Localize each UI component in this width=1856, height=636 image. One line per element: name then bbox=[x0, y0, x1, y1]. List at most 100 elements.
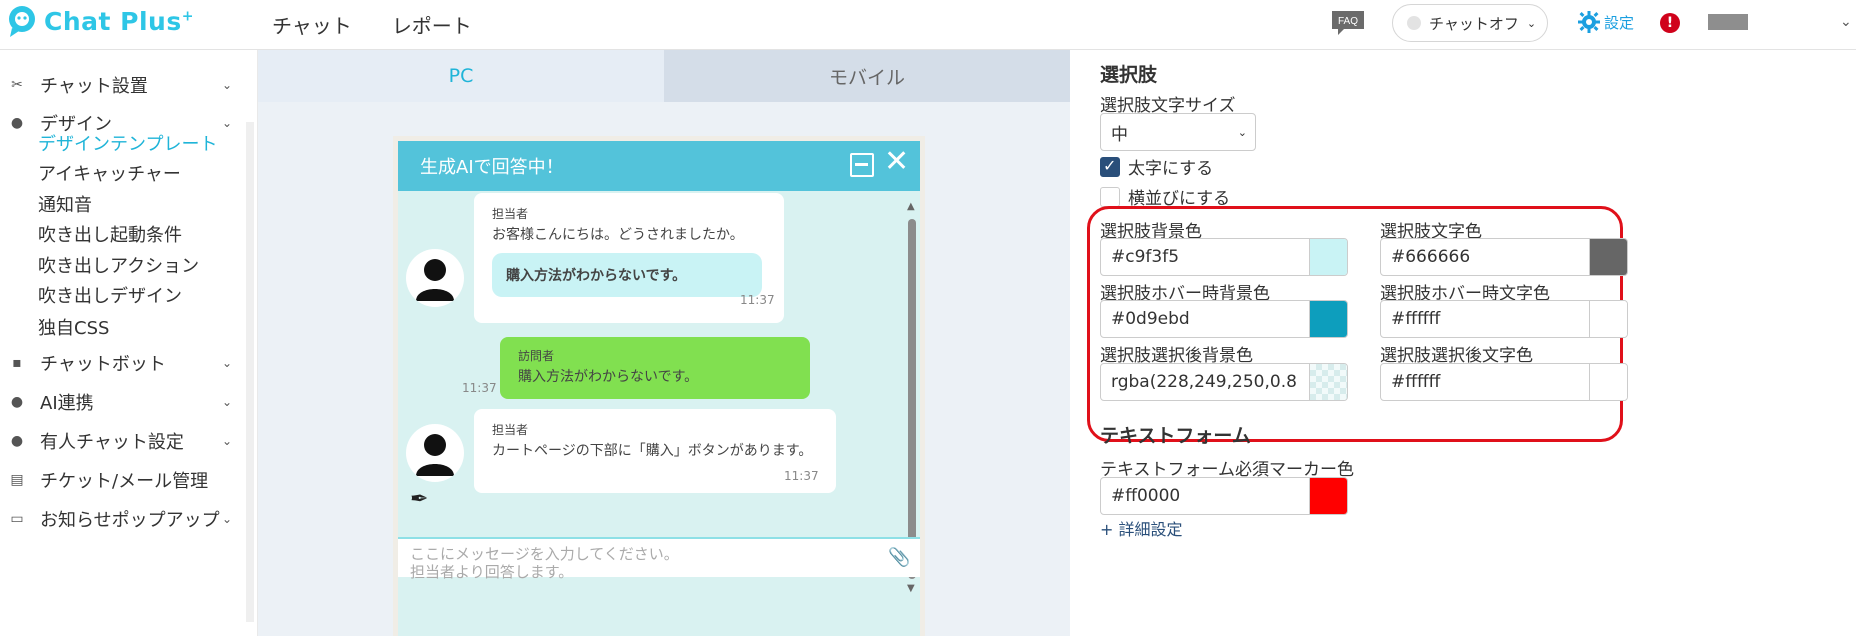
choice-button[interactable]: 購入方法がわからないです。 bbox=[492, 253, 762, 297]
bold-label: 太字にする bbox=[1128, 159, 1214, 179]
minimize-icon[interactable] bbox=[850, 153, 874, 177]
chevron-down-icon: ⌄ bbox=[221, 434, 232, 448]
tools-icon: ✂ bbox=[11, 77, 23, 93]
sidebar-sub-notification-sound[interactable]: 通知音 bbox=[38, 191, 92, 217]
sidebar: ✂ チャット設置 ⌄ ● デザイン ⌄ デザインテンプレート アイキャッチャー … bbox=[0, 50, 258, 636]
color-swatch[interactable] bbox=[1309, 478, 1347, 514]
chevron-down-icon[interactable]: ⌄ bbox=[1840, 14, 1852, 30]
typing-pen-icon: ✒ bbox=[410, 487, 429, 512]
sender-name: 訪問者 bbox=[518, 349, 555, 363]
required-marker-color-field[interactable]: #ff0000 bbox=[1100, 477, 1348, 515]
sidebar-item-manned-chat[interactable]: ● 有人チャット設定 ⌄ bbox=[0, 428, 232, 454]
widget-title: 生成AIで回答中！ bbox=[420, 157, 564, 178]
visitor-message: 訪問者 購入方法がわからないです。 bbox=[500, 337, 810, 399]
horizontal-checkbox[interactable] bbox=[1100, 187, 1120, 207]
choice-hover-bg-color-field[interactable]: #0d9ebd bbox=[1100, 300, 1348, 338]
color-swatch[interactable] bbox=[1589, 364, 1627, 400]
close-icon[interactable]: ✕ bbox=[884, 147, 909, 177]
preview-tabs: PC モバイル bbox=[258, 50, 1070, 102]
popup-icon: ▭ bbox=[10, 511, 24, 527]
chat-plus-logo-icon bbox=[9, 6, 35, 37]
message-input[interactable]: ここにメッセージを入力してください。 担当者より回答します。 📎 bbox=[398, 537, 920, 581]
operator-avatar bbox=[406, 424, 464, 482]
chat-status-dropdown[interactable]: チャットオフ ⌄ bbox=[1392, 4, 1548, 42]
chevron-down-icon: ⌄ bbox=[221, 512, 232, 526]
chevron-down-icon: ⌄ bbox=[221, 395, 232, 409]
timestamp: 11:37 bbox=[462, 381, 497, 395]
sidebar-scrollbar[interactable] bbox=[246, 122, 254, 622]
message-text: 購入方法がわからないです。 bbox=[518, 369, 699, 385]
nav-report[interactable]: レポート bbox=[392, 10, 472, 39]
paperclip-icon[interactable]: 📎 bbox=[888, 547, 910, 568]
settings-panel: 選択肢 選択肢文字サイズ 中 ⌄ 太字にする 横並びにする 選択肢背景色 #c9… bbox=[1070, 50, 1856, 636]
sidebar-sub-eyecatcher[interactable]: アイキャッチャー bbox=[38, 160, 181, 186]
sidebar-item-ticket-mail[interactable]: ▤ チケット/メール管理 bbox=[0, 467, 232, 493]
detail-settings-link[interactable]: + 詳細設定 bbox=[1100, 516, 1183, 540]
top-bar: Chat Plus+ チャット レポート FAQ チャットオフ ⌄ 設定 ! ⌄ bbox=[0, 0, 1856, 50]
color-swatch[interactable] bbox=[1589, 301, 1627, 337]
bold-checkbox[interactable] bbox=[1100, 156, 1120, 177]
choice-selected-text-color-field[interactable]: #ffffff bbox=[1380, 363, 1628, 401]
section-title-choices: 選択肢 bbox=[1100, 64, 1158, 86]
settings-link[interactable]: 設定 bbox=[1578, 11, 1634, 33]
logo-text: Chat Plus+ bbox=[44, 6, 194, 36]
chat-status-label: チャットオフ bbox=[1429, 14, 1519, 33]
logo[interactable]: Chat Plus+ bbox=[6, 4, 194, 38]
gear-icon bbox=[1578, 11, 1600, 33]
person-icon bbox=[416, 259, 454, 301]
input-placeholder: ここにメッセージを入力してください。 担当者より回答します。 bbox=[410, 545, 679, 581]
ticket-icon: ▤ bbox=[10, 472, 24, 488]
sidebar-item-chat-setup[interactable]: ✂ チャット設置 ⌄ bbox=[0, 72, 232, 98]
tab-mobile[interactable]: モバイル bbox=[664, 50, 1070, 102]
sidebar-sub-design-template[interactable]: デザインテンプレート bbox=[38, 130, 217, 156]
color-swatch[interactable] bbox=[1309, 239, 1347, 275]
chevron-down-icon: ⌄ bbox=[1526, 16, 1537, 30]
scroll-thumb[interactable] bbox=[908, 219, 916, 579]
operator-avatar bbox=[406, 249, 464, 307]
chevron-down-icon: ⌄ bbox=[1237, 125, 1247, 139]
choice-bg-color-field[interactable]: #c9f3f5 bbox=[1100, 238, 1348, 276]
sidebar-item-notice-popup[interactable]: ▭ お知らせポップアップ ⌄ bbox=[0, 506, 232, 532]
sidebar-item-ai[interactable]: ● AI連携 ⌄ bbox=[0, 389, 232, 415]
status-dot-icon bbox=[1407, 16, 1421, 30]
sidebar-sub-balloon-action[interactable]: 吹き出しアクション bbox=[38, 252, 199, 278]
choice-hover-text-color-field[interactable]: #ffffff bbox=[1380, 300, 1628, 338]
headset-icon: ● bbox=[10, 433, 24, 449]
section-title-text-form: テキストフォーム bbox=[1100, 425, 1251, 447]
alert-icon[interactable]: ! bbox=[1660, 13, 1680, 33]
sender-name: 担当者 bbox=[492, 207, 529, 221]
message-text: お客様こんにちは。どうされましたか。 bbox=[492, 227, 744, 243]
widget-header: 生成AIで回答中！ bbox=[398, 141, 920, 191]
svg-text:FAQ: FAQ bbox=[1338, 16, 1358, 27]
scroll-up-icon[interactable]: ▲ bbox=[907, 201, 915, 212]
chatbot-icon: ▪ bbox=[12, 355, 22, 371]
message-text: カートページの下部に「購入」ボタンがあります。 bbox=[492, 443, 813, 459]
ai-icon: ● bbox=[10, 394, 24, 410]
chat-widget: 生成AIで回答中！ ✕ ▲ ▼ 担当者 お客様こんにちは。どうされましたか。 購… bbox=[393, 136, 925, 636]
choice-selected-bg-color-field[interactable]: rgba(228,249,250,0.8 bbox=[1100, 363, 1348, 401]
top-nav: チャット レポート bbox=[272, 10, 472, 39]
tab-pc[interactable]: PC bbox=[258, 50, 664, 102]
color-swatch[interactable] bbox=[1309, 301, 1347, 337]
choice-text-color-field[interactable]: #666666 bbox=[1380, 238, 1628, 276]
sidebar-sub-balloon-design[interactable]: 吹き出しデザイン bbox=[38, 282, 182, 308]
operator-message: 担当者 カートページの下部に「購入」ボタンがあります。 bbox=[474, 409, 836, 493]
sidebar-sub-custom-css[interactable]: 独自CSS bbox=[38, 314, 109, 340]
person-icon bbox=[416, 434, 454, 476]
nav-chat[interactable]: チャット bbox=[272, 10, 352, 39]
sidebar-item-chatbot[interactable]: ▪ チャットボット ⌄ bbox=[0, 350, 232, 376]
scroll-down-icon[interactable]: ▼ bbox=[907, 583, 915, 594]
sidebar-sub-balloon-trigger[interactable]: 吹き出し起動条件 bbox=[38, 221, 182, 247]
faq-icon[interactable]: FAQ bbox=[1330, 9, 1366, 37]
timestamp: 11:37 bbox=[740, 293, 775, 307]
color-swatch[interactable] bbox=[1589, 239, 1627, 275]
font-size-select[interactable]: 中 ⌄ bbox=[1100, 113, 1256, 151]
preview-panel: PC モバイル 生成AIで回答中！ ✕ ▲ ▼ 担当者 お客様こんにちは。どうさ… bbox=[258, 50, 1070, 636]
chevron-down-icon: ⌄ bbox=[221, 78, 232, 92]
account-menu[interactable] bbox=[1708, 14, 1748, 30]
settings-label: 設定 bbox=[1604, 13, 1635, 32]
chevron-down-icon: ⌄ bbox=[221, 116, 232, 130]
sender-name: 担当者 bbox=[492, 423, 529, 437]
color-swatch[interactable] bbox=[1309, 364, 1347, 400]
chevron-down-icon: ⌄ bbox=[221, 356, 232, 370]
